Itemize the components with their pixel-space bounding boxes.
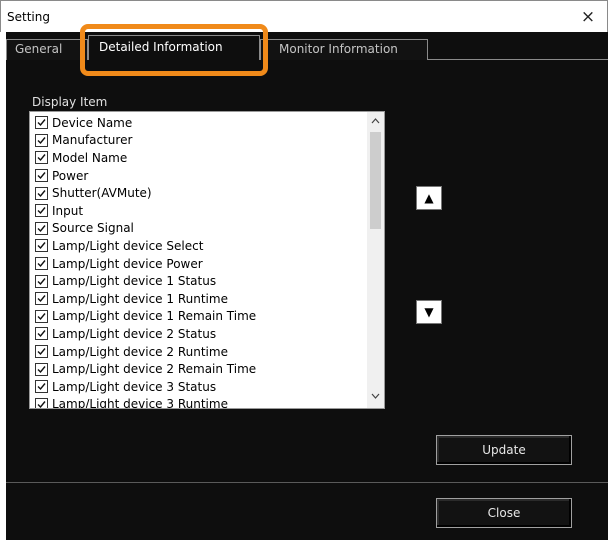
list-item-label: Model Name bbox=[52, 150, 128, 165]
display-item-list[interactable]: Device Name Manufacturer Model Name Power Sh… bbox=[29, 111, 385, 409]
checkbox[interactable] bbox=[35, 239, 48, 253]
list-item-label: Source Signal bbox=[52, 221, 134, 236]
list-item-label: Lamp/Light device Select bbox=[52, 238, 204, 253]
checkbox[interactable] bbox=[35, 186, 48, 200]
update-button[interactable]: Update bbox=[436, 435, 572, 465]
checkbox[interactable] bbox=[35, 397, 48, 408]
list-item-label: Lamp/Light device 3 Runtime bbox=[52, 397, 228, 409]
scroll-down-icon[interactable] bbox=[367, 389, 384, 406]
checkbox[interactable] bbox=[35, 116, 48, 130]
list-item[interactable]: Lamp/Light device 1 Remain Time bbox=[30, 308, 368, 326]
list-item-label: Lamp/Light device 2 Status bbox=[52, 326, 217, 341]
list-item-label: Lamp/Light device 2 Remain Time bbox=[52, 362, 257, 377]
list-item-label: Lamp/Light device 1 Runtime bbox=[52, 291, 228, 306]
display-item-label: Display Item bbox=[32, 95, 108, 109]
title-bar: Setting × bbox=[0, 0, 608, 32]
checkbox[interactable] bbox=[35, 309, 48, 323]
checkbox[interactable] bbox=[35, 257, 48, 271]
checkbox[interactable] bbox=[35, 204, 48, 218]
list-item[interactable]: Lamp/Light device Select bbox=[30, 237, 368, 255]
checkbox[interactable] bbox=[35, 292, 48, 306]
list-item[interactable]: Model Name bbox=[30, 149, 368, 167]
tab-monitor-information[interactable]: Monitor Information bbox=[260, 39, 428, 60]
tab-baseline bbox=[428, 59, 608, 60]
list-scrollbar[interactable] bbox=[367, 112, 384, 408]
list-item-label: Manufacturer bbox=[52, 133, 133, 148]
dialog-client-area: General Monitor Information Detailed Inf… bbox=[6, 24, 608, 540]
checkbox[interactable] bbox=[35, 274, 48, 288]
checkbox[interactable] bbox=[35, 169, 48, 183]
scroll-thumb[interactable] bbox=[370, 132, 381, 229]
list-item[interactable]: Shutter(AVMute) bbox=[30, 184, 368, 202]
list-item[interactable]: Manufacturer bbox=[30, 132, 368, 150]
tab-detailed-information[interactable]: Detailed Information bbox=[88, 35, 260, 60]
list-item[interactable]: Device Name bbox=[30, 114, 368, 132]
list-item-label: Input bbox=[52, 203, 84, 218]
divider bbox=[6, 482, 608, 483]
list-item-label: Lamp/Light device 1 Status bbox=[52, 274, 217, 289]
close-icon[interactable]: × bbox=[575, 5, 601, 29]
checkbox[interactable] bbox=[35, 221, 48, 235]
tab-general[interactable]: General bbox=[6, 39, 88, 60]
move-down-button[interactable]: ▼ bbox=[416, 300, 442, 324]
list-item[interactable]: Lamp/Light device 2 Status bbox=[30, 325, 368, 343]
list-rows: Device Name Manufacturer Model Name Power Sh… bbox=[30, 114, 368, 409]
checkbox[interactable] bbox=[35, 151, 48, 165]
list-item[interactable]: Lamp/Light device 3 Runtime bbox=[30, 396, 368, 409]
scroll-up-icon[interactable] bbox=[367, 114, 384, 131]
list-item[interactable]: Lamp/Light device Power bbox=[30, 255, 368, 273]
list-item[interactable]: Power bbox=[30, 167, 368, 185]
list-item-label: Device Name bbox=[52, 115, 133, 130]
list-item[interactable]: Lamp/Light device 1 Status bbox=[30, 272, 368, 290]
list-item-label: Power bbox=[52, 168, 89, 183]
list-item-label: Lamp/Light device 1 Remain Time bbox=[52, 309, 257, 324]
list-item[interactable]: Input bbox=[30, 202, 368, 220]
list-item[interactable]: Lamp/Light device 3 Status bbox=[30, 378, 368, 396]
move-up-button[interactable]: ▲ bbox=[416, 186, 442, 210]
checkbox[interactable] bbox=[35, 133, 48, 147]
list-item[interactable]: Lamp/Light device 2 Runtime bbox=[30, 343, 368, 361]
list-item-label: Lamp/Light device 3 Status bbox=[52, 379, 217, 394]
list-item[interactable]: Source Signal bbox=[30, 220, 368, 238]
checkbox[interactable] bbox=[35, 380, 48, 394]
tab-strip: General Monitor Information Detailed Inf… bbox=[6, 24, 608, 76]
checkbox[interactable] bbox=[35, 327, 48, 341]
list-item[interactable]: Lamp/Light device 2 Remain Time bbox=[30, 360, 368, 378]
list-item[interactable]: Lamp/Light device 1 Runtime bbox=[30, 290, 368, 308]
window-title: Setting bbox=[7, 10, 50, 24]
list-item-label: Lamp/Light device 2 Runtime bbox=[52, 344, 228, 359]
list-item-label: Shutter(AVMute) bbox=[52, 186, 152, 201]
close-button[interactable]: Close bbox=[436, 498, 572, 528]
checkbox[interactable] bbox=[35, 362, 48, 376]
list-item-label: Lamp/Light device Power bbox=[52, 256, 203, 271]
checkbox[interactable] bbox=[35, 345, 48, 359]
